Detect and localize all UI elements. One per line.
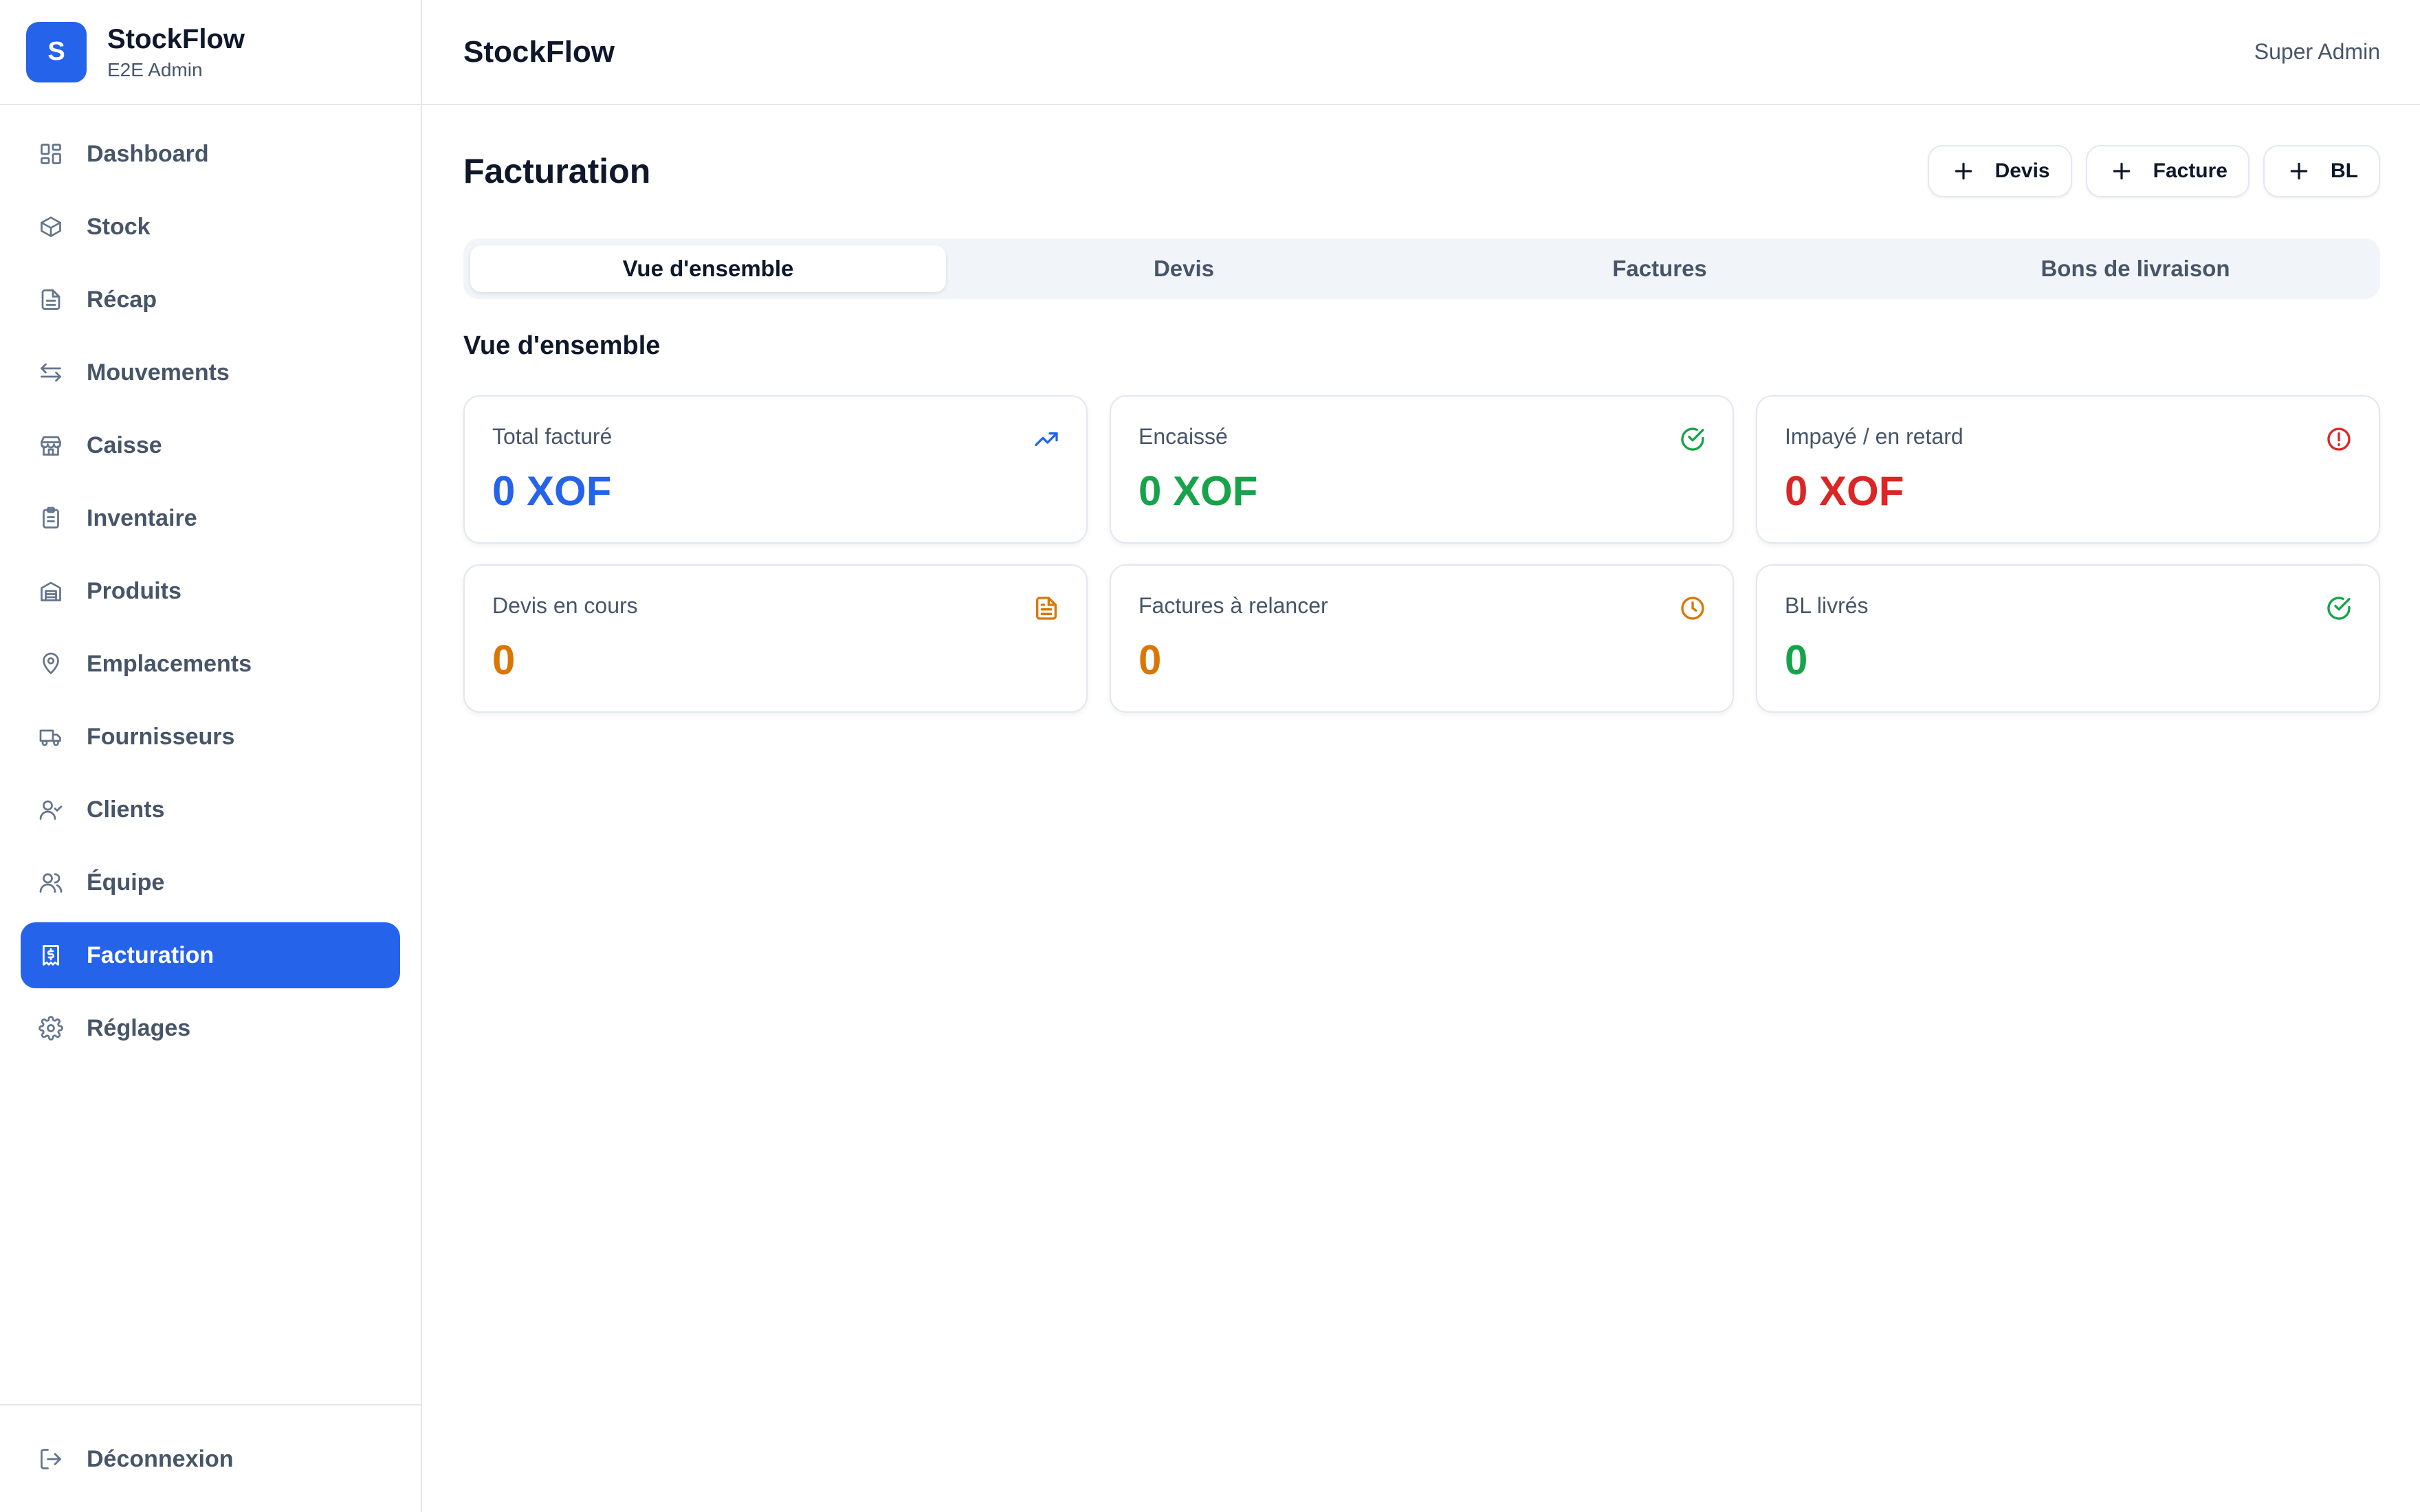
check-circle-icon xyxy=(1679,425,1706,453)
brand-text: StockFlow E2E Admin xyxy=(107,23,245,81)
stat-card-devis-en-cours: Devis en cours 0 xyxy=(463,564,1088,713)
stat-label: Total facturé xyxy=(492,424,613,449)
tab-bons-livraison[interactable]: Bons de livraison xyxy=(1898,245,2373,292)
sidebar-item-label: Équipe xyxy=(87,869,165,896)
sidebar-item-clients[interactable]: Clients xyxy=(21,777,400,843)
plus-icon xyxy=(2113,162,2130,180)
stat-value: 0 xyxy=(1785,637,1808,683)
page-actions: Devis Facture BL xyxy=(1927,145,2380,197)
tab-factures[interactable]: Factures xyxy=(1422,245,1898,292)
store-icon xyxy=(37,432,65,459)
gear-icon xyxy=(37,1014,65,1042)
dashboard-grid-icon xyxy=(37,140,65,168)
main-content: Facturation Devis Facture BL Vue d'ensem… xyxy=(463,105,2380,713)
sidebar-item-label: Stock xyxy=(87,213,151,240)
topbar-title: StockFlow xyxy=(463,34,615,69)
stat-value: 0 xyxy=(492,637,516,683)
box-icon xyxy=(37,213,65,241)
sidebar-item-caisse[interactable]: Caisse xyxy=(21,412,400,478)
brand: S StockFlow E2E Admin xyxy=(0,0,421,105)
sidebar-item-recap[interactable]: Récap xyxy=(21,267,400,333)
new-facture-label: Facture xyxy=(2153,159,2228,182)
brand-subtitle: E2E Admin xyxy=(107,58,203,80)
sidebar-footer: Déconnexion xyxy=(0,1404,421,1499)
arrows-exchange-icon xyxy=(37,359,65,386)
sidebar-item-label: Récap xyxy=(87,286,157,313)
sidebar-item-stock[interactable]: Stock xyxy=(21,194,400,260)
logout-label: Déconnexion xyxy=(87,1445,234,1472)
sidebar-item-produits[interactable]: Produits xyxy=(21,558,400,624)
sidebar-item-label: Facturation xyxy=(87,942,214,968)
trending-up-icon xyxy=(1033,425,1060,453)
sidebar-item-label: Mouvements xyxy=(87,359,230,386)
alert-circle-icon xyxy=(2325,425,2353,453)
brand-logo[interactable]: S xyxy=(26,21,87,82)
stats-grid: Total facturé 0 XOF Encaissé 0 XOF Impay… xyxy=(463,395,2380,713)
stat-label: Devis en cours xyxy=(492,593,638,618)
page-title: Facturation xyxy=(463,152,651,190)
brand-name: StockFlow xyxy=(107,23,245,54)
stat-card-impaye: Impayé / en retard 0 XOF xyxy=(1756,395,2380,544)
stat-card-encaisse: Encaissé 0 XOF xyxy=(1110,395,1734,544)
truck-icon xyxy=(37,723,65,751)
stat-label: Impayé / en retard xyxy=(1785,424,1964,449)
plus-icon xyxy=(2290,162,2308,180)
document-icon xyxy=(37,286,65,313)
sidebar-item-label: Emplacements xyxy=(87,650,252,677)
sidebar-item-label: Clients xyxy=(87,796,165,823)
sidebar-item-label: Inventaire xyxy=(87,504,197,531)
sidebar-item-equipe[interactable]: Équipe xyxy=(21,849,400,915)
stat-card-bl-livres: BL livrés 0 xyxy=(1756,564,2380,713)
sidebar-item-label: Caisse xyxy=(87,432,162,458)
sidebar-item-label: Fournisseurs xyxy=(87,723,235,750)
stat-value: 0 xyxy=(1138,637,1162,683)
logout-button[interactable]: Déconnexion xyxy=(21,1426,400,1492)
clipboard-icon xyxy=(37,504,65,532)
map-pin-icon xyxy=(37,650,65,678)
new-bl-button[interactable]: BL xyxy=(2263,145,2380,197)
sidebar-item-inventaire[interactable]: Inventaire xyxy=(21,485,400,551)
new-bl-label: BL xyxy=(2331,159,2358,182)
topbar: StockFlow Super Admin xyxy=(422,0,2420,105)
new-facture-button[interactable]: Facture xyxy=(2085,145,2250,197)
clock-icon xyxy=(1679,594,1706,622)
tab-devis[interactable]: Devis xyxy=(946,245,1422,292)
sidebar-item-label: Réglages xyxy=(87,1014,191,1041)
sidebar-item-mouvements[interactable]: Mouvements xyxy=(21,340,400,405)
section-title: Vue d'ensemble xyxy=(463,331,661,360)
new-devis-button[interactable]: Devis xyxy=(1927,145,2072,197)
sidebar: S StockFlow E2E Admin Dashboard Stock Ré… xyxy=(0,0,422,1512)
sidebar-item-dashboard[interactable]: Dashboard xyxy=(21,121,400,187)
users-icon xyxy=(37,869,65,896)
file-text-icon xyxy=(1033,594,1060,622)
warehouse-icon xyxy=(37,577,65,605)
stat-label: Encaissé xyxy=(1138,424,1228,449)
plus-icon xyxy=(1955,162,1972,180)
stat-card-factures-a-relancer: Factures à relancer 0 xyxy=(1110,564,1734,713)
tab-list: Vue d'ensemble Devis Factures Bons de li… xyxy=(463,238,2380,299)
sidebar-item-label: Produits xyxy=(87,577,182,604)
stat-value: 0 XOF xyxy=(1785,468,1904,514)
new-devis-label: Devis xyxy=(1994,159,2050,182)
tab-overview[interactable]: Vue d'ensemble xyxy=(470,245,946,292)
stat-label: Factures à relancer xyxy=(1138,593,1328,618)
check-circle-icon xyxy=(2325,594,2353,622)
stat-value: 0 XOF xyxy=(492,468,612,514)
sidebar-item-label: Dashboard xyxy=(87,140,209,167)
sidebar-item-fournisseurs[interactable]: Fournisseurs xyxy=(21,704,400,770)
stat-label: BL livrés xyxy=(1785,593,1869,618)
user-menu[interactable]: Super Admin xyxy=(2254,39,2380,65)
receipt-icon xyxy=(37,942,65,969)
sidebar-item-reglages[interactable]: Réglages xyxy=(21,995,400,1061)
sidebar-item-emplacements[interactable]: Emplacements xyxy=(21,631,400,697)
stat-value: 0 XOF xyxy=(1138,468,1258,514)
sidebar-item-facturation[interactable]: Facturation xyxy=(21,922,400,988)
sidebar-nav: Dashboard Stock Récap Mouvements Caisse … xyxy=(21,121,400,1068)
logout-icon xyxy=(37,1445,65,1473)
stat-card-total-facture: Total facturé 0 XOF xyxy=(463,395,1088,544)
page-header: Facturation Devis Facture BL xyxy=(463,105,2380,237)
user-check-icon xyxy=(37,796,65,823)
